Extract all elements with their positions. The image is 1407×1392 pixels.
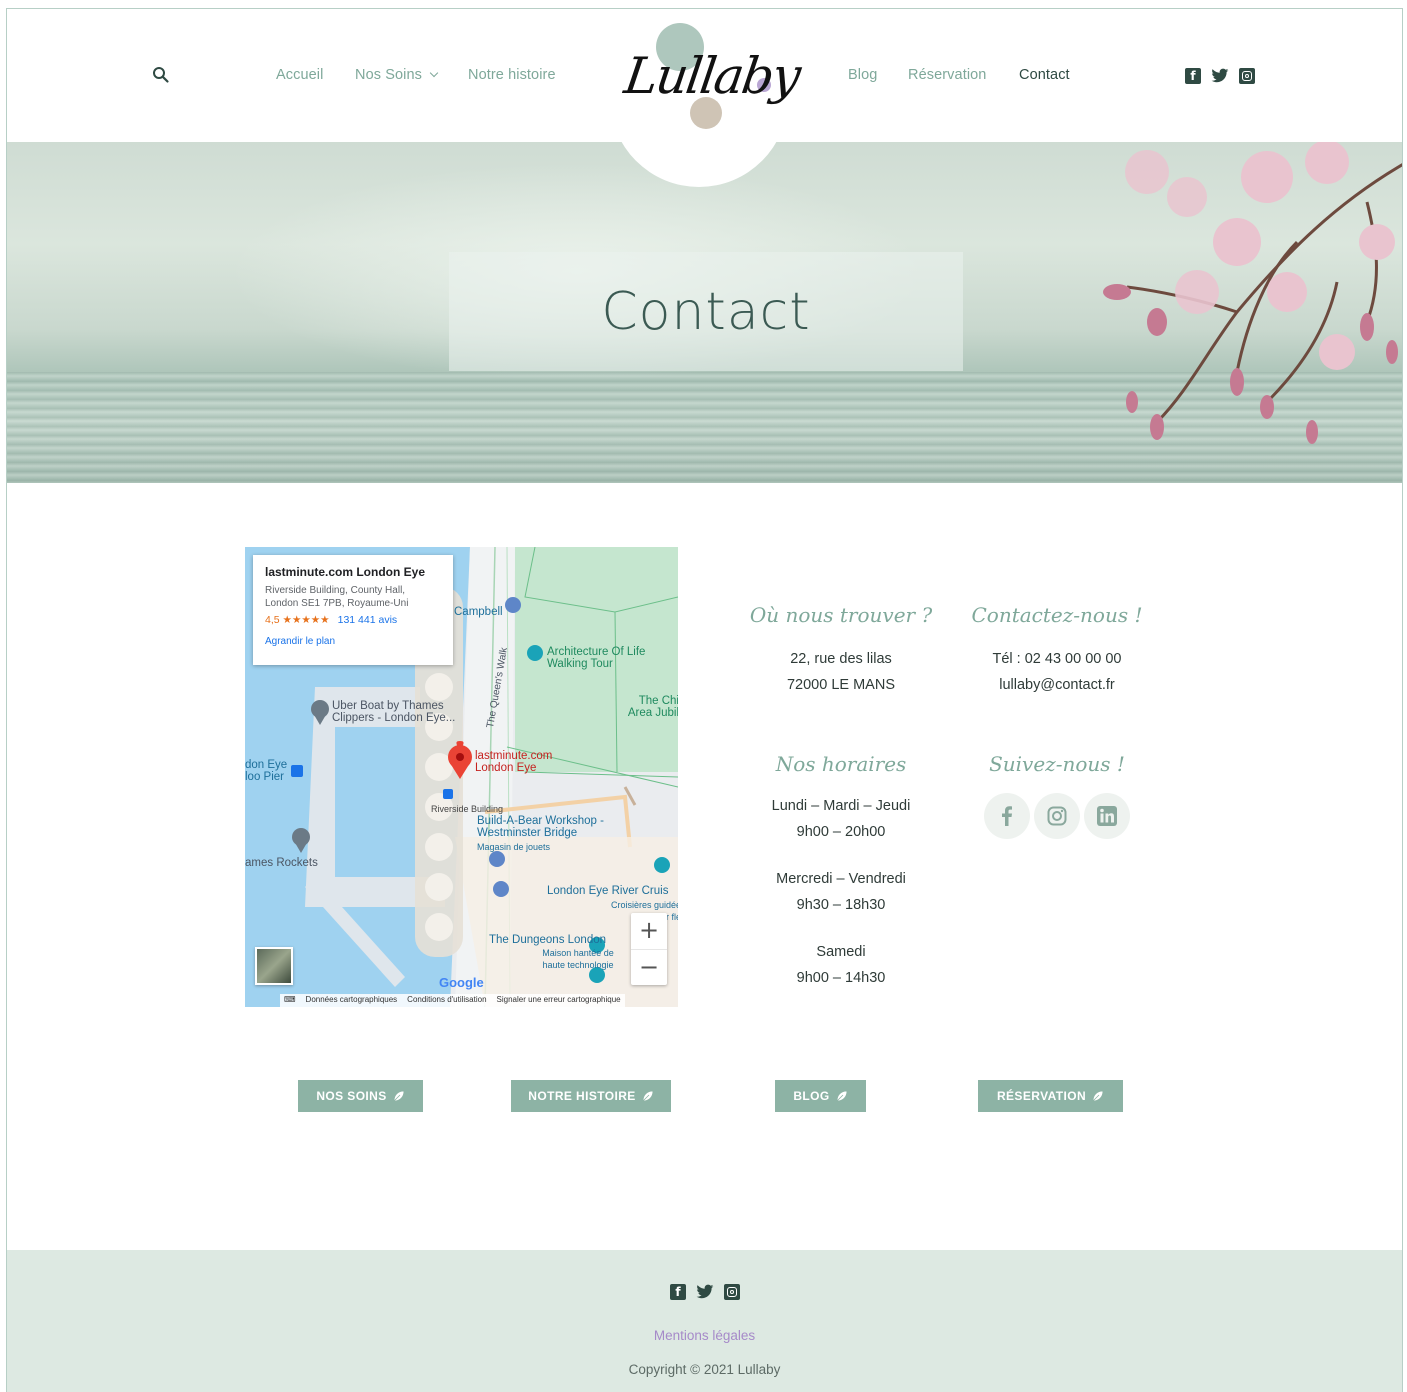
contact-phone[interactable]: Tél : 02 43 00 00 00 [957,646,1157,672]
hero-title-box: Contact [449,252,963,371]
page-frame: Accueil Nos Soins Notre histoire Blog Ré… [6,8,1403,1392]
copyright-text: Copyright © 2021 Lullaby [628,1362,781,1377]
keyboard-icon[interactable]: ⌨ [284,995,296,1006]
map-label-campbell[interactable]: Campbell [454,606,503,618]
zoom-out-button[interactable]: − [631,949,667,985]
find-us-heading: Où nous trouver ? [749,603,933,627]
map-label-pier[interactable]: don Eye loo Pier [245,759,293,783]
map-data-link[interactable]: Données cartographiques [306,995,398,1006]
map-label-architecture[interactable]: Architecture Of Life Walking Tour [547,646,657,670]
twitter-icon[interactable] [696,1284,714,1300]
blog-button-label: BLOG [793,1089,830,1103]
address-line-2: 72000 LE MANS [786,677,895,693]
logo-text: Lullaby [620,47,803,105]
zoom-in-button[interactable]: + [631,913,667,949]
rating-stars: ★★★★★ [282,614,330,626]
footer-social-links: f [670,1284,740,1300]
instagram-icon[interactable] [724,1284,740,1300]
site-logo[interactable]: Lullaby [607,17,803,187]
map-enlarge-link[interactable]: Agrandir le plan [265,636,441,647]
map-place-rating: 4,5 ★★★★★ 131 441 avis [265,614,441,626]
nav-nos-soins-label: Nos Soins [355,67,422,83]
map-place-card: lastminute.com London Eye Riverside Buil… [253,555,453,665]
map-label-river-cruise[interactable]: London Eye River Cruis [547,885,668,897]
notre-histoire-button[interactable]: NOTRE HISTOIRE [511,1080,671,1112]
nos-soins-button[interactable]: NOS SOINS [298,1080,423,1112]
nos-soins-button-label: NOS SOINS [316,1089,387,1103]
hours-days-2: Mercredi – Vendredi [776,871,906,887]
map-label-chi: The Chi Area Jubil [627,695,678,719]
hours-time-3: 9h00 – 14h30 [796,970,886,986]
map-zoom-control: + − [631,913,667,985]
hours-days-3: Samedi [816,944,866,960]
hero-banner: Contact [7,142,1402,483]
map-terms-link[interactable]: Conditions d'utilisation [407,995,486,1006]
hours-time-2: 9h30 – 18h30 [796,897,886,913]
follow-us-heading: Suivez-nous ! [989,752,1125,776]
map-street-view-thumbnail[interactable] [255,947,293,985]
map-place-address: Riverside Building, County Hall, London … [265,585,409,609]
address-line-1: 22, rue des lilas [790,651,892,667]
nav-nos-soins[interactable]: Nos Soins [355,67,439,83]
instagram-icon[interactable] [1034,793,1080,839]
facebook-icon[interactable]: f [670,1284,686,1300]
chevron-down-icon [429,68,439,78]
leaf-icon [642,1090,654,1102]
map-label-magasin: Magasin de jouets [477,842,551,852]
nav-reservation[interactable]: Réservation [908,67,986,83]
contact-email[interactable]: lullaby@contact.fr [957,672,1157,698]
reservation-button[interactable]: RÉSERVATION [978,1080,1123,1112]
map-report-link[interactable]: Signaler une erreur cartographique [497,995,621,1006]
nav-contact[interactable]: Contact [1019,67,1070,83]
search-icon[interactable] [152,66,170,84]
instagram-icon[interactable] [1239,68,1255,84]
nav-notre-histoire[interactable]: Notre histoire [468,67,556,83]
google-logo: Google [439,975,484,990]
site-footer: f Mentions légales Copyright © 2021 Lull… [7,1250,1402,1392]
map-label-build-a-bear[interactable]: Build-A-Bear Workshop - Westminster Brid… [477,815,617,839]
hours-days-1: Lundi – Mardi – Jeudi [771,798,911,814]
leaf-icon [393,1090,405,1102]
map-label-lastminute[interactable]: lastminute.com London Eye [475,750,575,774]
hours-list: Lundi – Mardi – Jeudi 9h00 – 20h00 Mercr… [741,793,941,991]
contact-us-heading: Contactez-nous ! [971,603,1143,627]
facebook-icon[interactable]: f [1185,68,1201,84]
facebook-icon[interactable] [984,793,1030,839]
twitter-icon[interactable] [1211,68,1229,84]
map-label-maison: Maison hantée de haute technologie [542,948,614,970]
map-label-dungeons[interactable]: The Dungeons London [489,934,606,946]
contact-us-details: Tél : 02 43 00 00 00 lullaby@contact.fr [957,646,1157,698]
google-map[interactable]: lastminute.com London Eye Riverside Buil… [245,547,678,1007]
map-label-rockets[interactable]: ames Rockets [245,857,318,869]
linkedin-icon[interactable] [1084,793,1130,839]
rating-value: 4,5 [265,614,280,626]
map-reviews-link[interactable]: 131 441 avis [338,614,398,626]
nav-blog[interactable]: Blog [848,67,877,83]
map-footer: ⌨ Données cartographiques Conditions d'u… [280,994,625,1007]
blog-button[interactable]: BLOG [775,1080,866,1112]
map-label-uber-boat[interactable]: Uber Boat by Thames Clippers - London Ey… [332,700,462,724]
find-us-address: 22, rue des lilas 72000 LE MANS [741,646,941,698]
legal-link[interactable]: Mentions légales [7,1328,1402,1343]
hours-heading: Nos horaires [775,752,907,776]
reservation-button-label: RÉSERVATION [996,1089,1087,1103]
leaf-icon [1092,1090,1104,1102]
hours-time-1: 9h00 – 20h00 [796,824,886,840]
header-social-links: f [1185,68,1255,84]
cherry-blossom-image [1103,142,1402,444]
nav-accueil[interactable]: Accueil [276,67,323,83]
leaf-icon [836,1090,848,1102]
notre-histoire-button-label: NOTRE HISTOIRE [528,1089,636,1103]
page-title: Contact [601,282,811,342]
map-label-riverside: Riverside Building [431,804,504,814]
map-place-title: lastminute.com London Eye [265,565,426,579]
